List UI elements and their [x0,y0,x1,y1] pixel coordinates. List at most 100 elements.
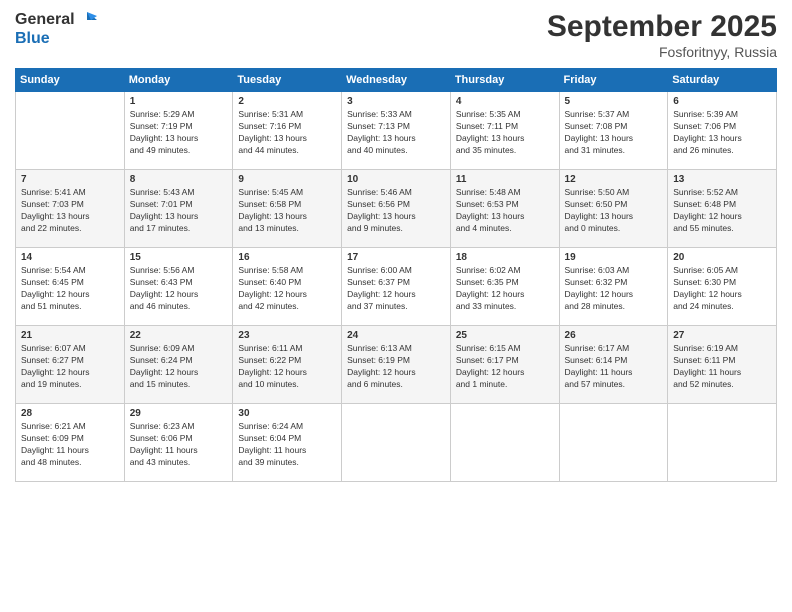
day-info: Sunrise: 5:50 AMSunset: 6:50 PMDaylight:… [565,187,663,235]
calendar-cell: 17 Sunrise: 6:00 AMSunset: 6:37 PMDayligh… [342,248,451,326]
calendar-cell: 16 Sunrise: 5:58 AMSunset: 6:40 PMDayligh… [233,248,342,326]
day-number: 2 [238,96,336,107]
calendar-cell: 18 Sunrise: 6:02 AMSunset: 6:35 PMDayligh… [450,248,559,326]
calendar-cell: 7 Sunrise: 5:41 AMSunset: 7:03 PMDaylight… [16,170,125,248]
table-row: 1 Sunrise: 5:29 AMSunset: 7:19 PMDaylight… [16,92,777,170]
logo-general-text: General [15,11,75,29]
day-info: Sunrise: 5:37 AMSunset: 7:08 PMDaylight:… [565,109,663,157]
calendar-cell: 8 Sunrise: 5:43 AMSunset: 7:01 PMDaylight… [124,170,233,248]
day-number: 17 [347,252,445,263]
header-row: Sunday Monday Tuesday Wednesday Thursday… [16,69,777,92]
location: Fosforitnyy, Russia [547,44,777,60]
day-info: Sunrise: 6:09 AMSunset: 6:24 PMDaylight:… [130,343,228,391]
calendar-cell [559,404,668,482]
table-row: 21Sunrise: 6:07 AMSunset: 6:27 PMDayligh… [16,326,777,404]
col-wednesday: Wednesday [342,69,451,92]
day-number: 16 [238,252,336,263]
logo: General Blue [15,10,97,48]
logo-bird-icon [77,10,97,30]
calendar-cell: 21Sunrise: 6:07 AMSunset: 6:27 PMDayligh… [16,326,125,404]
day-number: 25 [456,330,554,341]
day-info: Sunrise: 5:33 AMSunset: 7:13 PMDaylight:… [347,109,445,157]
calendar-cell: 5 Sunrise: 5:37 AMSunset: 7:08 PMDaylight… [559,92,668,170]
day-info: Sunrise: 5:35 AMSunset: 7:11 PMDaylight:… [456,109,554,157]
calendar-cell: 2 Sunrise: 5:31 AMSunset: 7:16 PMDaylight… [233,92,342,170]
col-thursday: Thursday [450,69,559,92]
day-number: 10 [347,174,445,185]
calendar-cell: 6 Sunrise: 5:39 AMSunset: 7:06 PMDaylight… [668,92,777,170]
day-number: 19 [565,252,663,263]
day-number: 3 [347,96,445,107]
day-info: Sunrise: 5:46 AMSunset: 6:56 PMDaylight:… [347,187,445,235]
day-number: 29 [130,408,228,419]
day-number: 18 [456,252,554,263]
calendar-cell: 25 Sunrise: 6:15 AMSunset: 6:17 PMDayligh… [450,326,559,404]
calendar-cell [668,404,777,482]
table-row: 14Sunrise: 5:54 AMSunset: 6:45 PMDayligh… [16,248,777,326]
calendar-cell [342,404,451,482]
calendar-cell: 20Sunrise: 6:05 AMSunset: 6:30 PMDayligh… [668,248,777,326]
day-number: 6 [673,96,771,107]
day-info: Sunrise: 6:13 AMSunset: 6:19 PMDaylight:… [347,343,445,391]
day-info: Sunrise: 5:54 AMSunset: 6:45 PMDaylight:… [21,265,119,313]
calendar-cell: 28Sunrise: 6:21 AMSunset: 6:09 PMDayligh… [16,404,125,482]
calendar-cell: 27Sunrise: 6:19 AMSunset: 6:11 PMDayligh… [668,326,777,404]
day-info: Sunrise: 5:29 AMSunset: 7:19 PMDaylight:… [130,109,228,157]
day-info: Sunrise: 5:56 AMSunset: 6:43 PMDaylight:… [130,265,228,313]
day-number: 4 [456,96,554,107]
day-number: 24 [347,330,445,341]
day-info: Sunrise: 6:11 AMSunset: 6:22 PMDaylight:… [238,343,336,391]
day-info: Sunrise: 6:15 AMSunset: 6:17 PMDaylight:… [456,343,554,391]
day-number: 5 [565,96,663,107]
day-info: Sunrise: 6:02 AMSunset: 6:35 PMDaylight:… [456,265,554,313]
header: General Blue September 2025 Fosforitnyy,… [15,10,777,60]
day-info: Sunrise: 6:21 AMSunset: 6:09 PMDaylight:… [21,421,119,469]
calendar-cell: 14Sunrise: 5:54 AMSunset: 6:45 PMDayligh… [16,248,125,326]
col-saturday: Saturday [668,69,777,92]
day-info: Sunrise: 5:43 AMSunset: 7:01 PMDaylight:… [130,187,228,235]
month-title: September 2025 [547,10,777,44]
day-info: Sunrise: 6:19 AMSunset: 6:11 PMDaylight:… [673,343,771,391]
calendar-cell: 29 Sunrise: 6:23 AMSunset: 6:06 PMDayligh… [124,404,233,482]
day-info: Sunrise: 5:41 AMSunset: 7:03 PMDaylight:… [21,187,119,235]
calendar-cell: 26Sunrise: 6:17 AMSunset: 6:14 PMDayligh… [559,326,668,404]
day-number: 8 [130,174,228,185]
day-info: Sunrise: 6:00 AMSunset: 6:37 PMDaylight:… [347,265,445,313]
day-number: 9 [238,174,336,185]
logo-blue-text: Blue [15,30,50,48]
table-row: 28Sunrise: 6:21 AMSunset: 6:09 PMDayligh… [16,404,777,482]
day-info: Sunrise: 5:58 AMSunset: 6:40 PMDaylight:… [238,265,336,313]
calendar-cell [16,92,125,170]
calendar-cell: 12 Sunrise: 5:50 AMSunset: 6:50 PMDayligh… [559,170,668,248]
calendar-cell [450,404,559,482]
day-number: 7 [21,174,119,185]
day-number: 23 [238,330,336,341]
day-info: Sunrise: 5:39 AMSunset: 7:06 PMDaylight:… [673,109,771,157]
calendar-cell: 11Sunrise: 5:48 AMSunset: 6:53 PMDayligh… [450,170,559,248]
day-info: Sunrise: 5:31 AMSunset: 7:16 PMDaylight:… [238,109,336,157]
calendar-cell: 19 Sunrise: 6:03 AMSunset: 6:32 PMDayligh… [559,248,668,326]
day-number: 15 [130,252,228,263]
day-info: Sunrise: 5:52 AMSunset: 6:48 PMDaylight:… [673,187,771,235]
calendar-cell: 23 Sunrise: 6:11 AMSunset: 6:22 PMDayligh… [233,326,342,404]
calendar-cell: 1 Sunrise: 5:29 AMSunset: 7:19 PMDaylight… [124,92,233,170]
day-number: 30 [238,408,336,419]
calendar-cell: 15 Sunrise: 5:56 AMSunset: 6:43 PMDayligh… [124,248,233,326]
day-info: Sunrise: 6:03 AMSunset: 6:32 PMDaylight:… [565,265,663,313]
calendar-cell: 30Sunrise: 6:24 AMSunset: 6:04 PMDayligh… [233,404,342,482]
col-sunday: Sunday [16,69,125,92]
day-number: 22 [130,330,228,341]
logo-container: General Blue [15,10,97,48]
calendar-cell: 13 Sunrise: 5:52 AMSunset: 6:48 PMDayligh… [668,170,777,248]
day-number: 21 [21,330,119,341]
calendar-page: General Blue September 2025 Fosforitnyy,… [0,0,792,612]
day-number: 13 [673,174,771,185]
col-friday: Friday [559,69,668,92]
col-monday: Monday [124,69,233,92]
calendar-cell: 10 Sunrise: 5:46 AMSunset: 6:56 PMDayligh… [342,170,451,248]
title-block: September 2025 Fosforitnyy, Russia [547,10,777,60]
day-number: 20 [673,252,771,263]
day-number: 1 [130,96,228,107]
day-number: 12 [565,174,663,185]
day-info: Sunrise: 6:23 AMSunset: 6:06 PMDaylight:… [130,421,228,469]
